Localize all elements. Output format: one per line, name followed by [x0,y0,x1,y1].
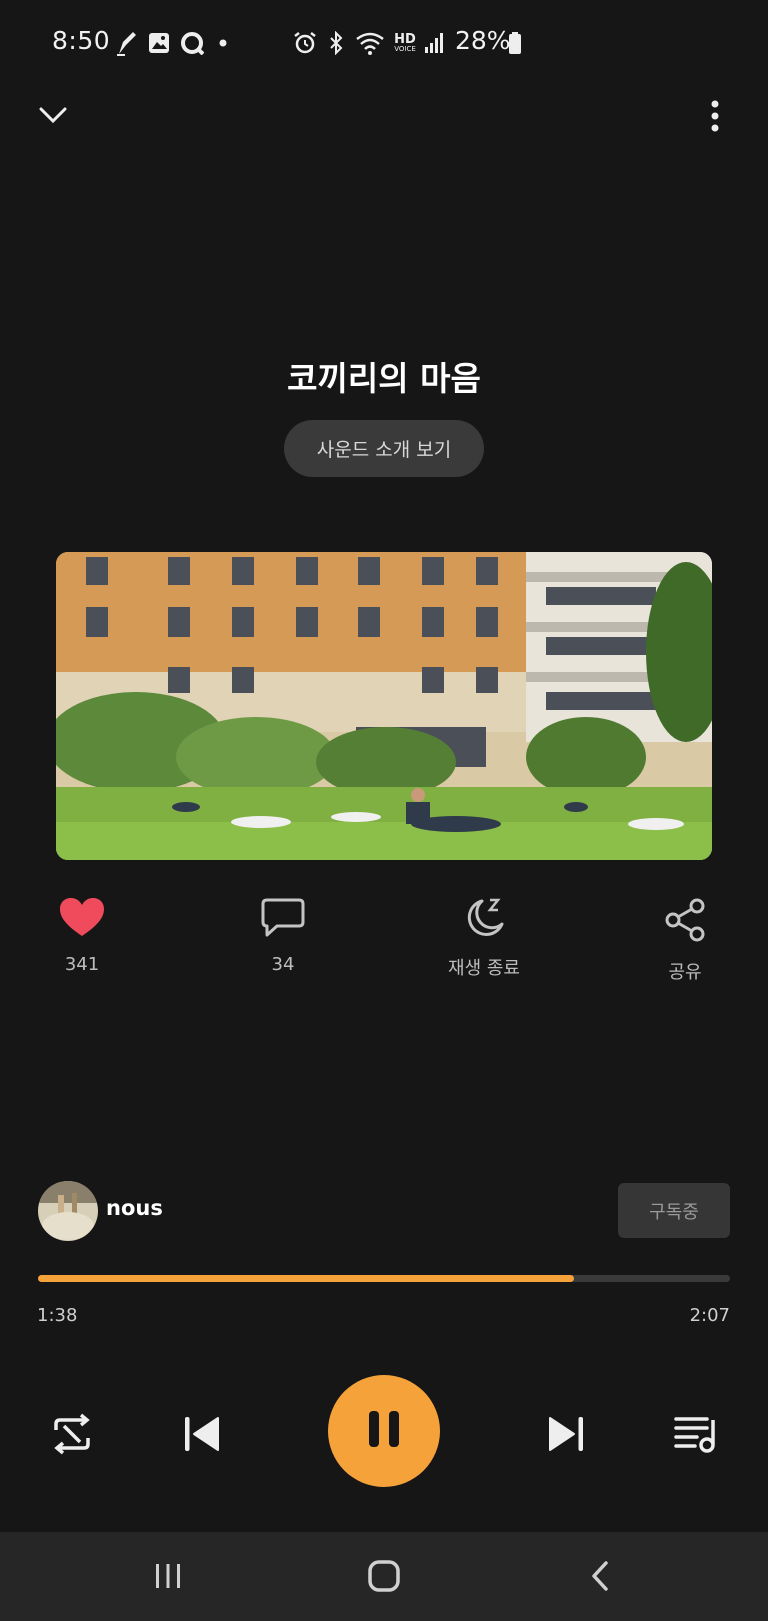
more-vertical-icon[interactable] [700,96,730,136]
progress-fill [38,1275,575,1282]
share-icon[interactable] [663,898,707,946]
creator-avatar[interactable] [38,1181,98,1241]
back-icon[interactable] [580,1556,620,1596]
like-count: 341 [64,954,100,975]
subscribe-button[interactable]: 구독중 [618,1183,730,1238]
battery-icon [506,28,524,58]
chevron-down-icon[interactable] [36,98,70,132]
track-artwork [56,552,712,860]
signal-icon [422,28,446,58]
dot-icon [216,28,230,58]
comment-action[interactable]: 34 [213,898,353,975]
home-icon[interactable] [364,1556,404,1596]
status-time: 8:50 [52,26,111,55]
sleep-timer-action[interactable]: 재생 종료 [414,898,554,980]
gallery-icon [146,28,172,58]
moon-sleep-icon[interactable] [462,898,506,942]
sync-icon [179,28,205,58]
pause-button[interactable] [328,1375,440,1487]
pen-icon [113,28,139,58]
bluetooth-icon [324,28,348,58]
wifi-icon [354,28,386,58]
track-title: 코끼리의 마음 [287,359,481,398]
sound-intro-button[interactable]: 사운드 소개 보기 [284,420,484,477]
next-icon[interactable] [538,1406,594,1462]
share-label: 공유 [668,962,702,983]
comment-icon[interactable] [261,898,305,942]
hd-voice-icon: HD VOICE [394,32,416,53]
comment-count: 34 [271,954,295,975]
pause-icon [367,1409,401,1453]
battery-percent: 28% [455,26,511,55]
elapsed-time: 1:38 [37,1305,78,1326]
recent-apps-icon[interactable] [148,1556,188,1596]
creator-name[interactable]: nous [106,1196,163,1220]
sleep-timer-label: 재생 종료 [448,958,520,979]
share-action[interactable]: 공유 [615,898,755,984]
like-action[interactable]: 341 [12,898,152,975]
playlist-icon[interactable] [668,1406,724,1462]
repeat-icon[interactable] [44,1406,100,1462]
progress-bar[interactable] [38,1275,730,1282]
heart-icon[interactable] [60,898,104,942]
previous-icon[interactable] [174,1406,230,1462]
alarm-icon [292,28,318,58]
total-duration: 2:07 [689,1305,730,1326]
